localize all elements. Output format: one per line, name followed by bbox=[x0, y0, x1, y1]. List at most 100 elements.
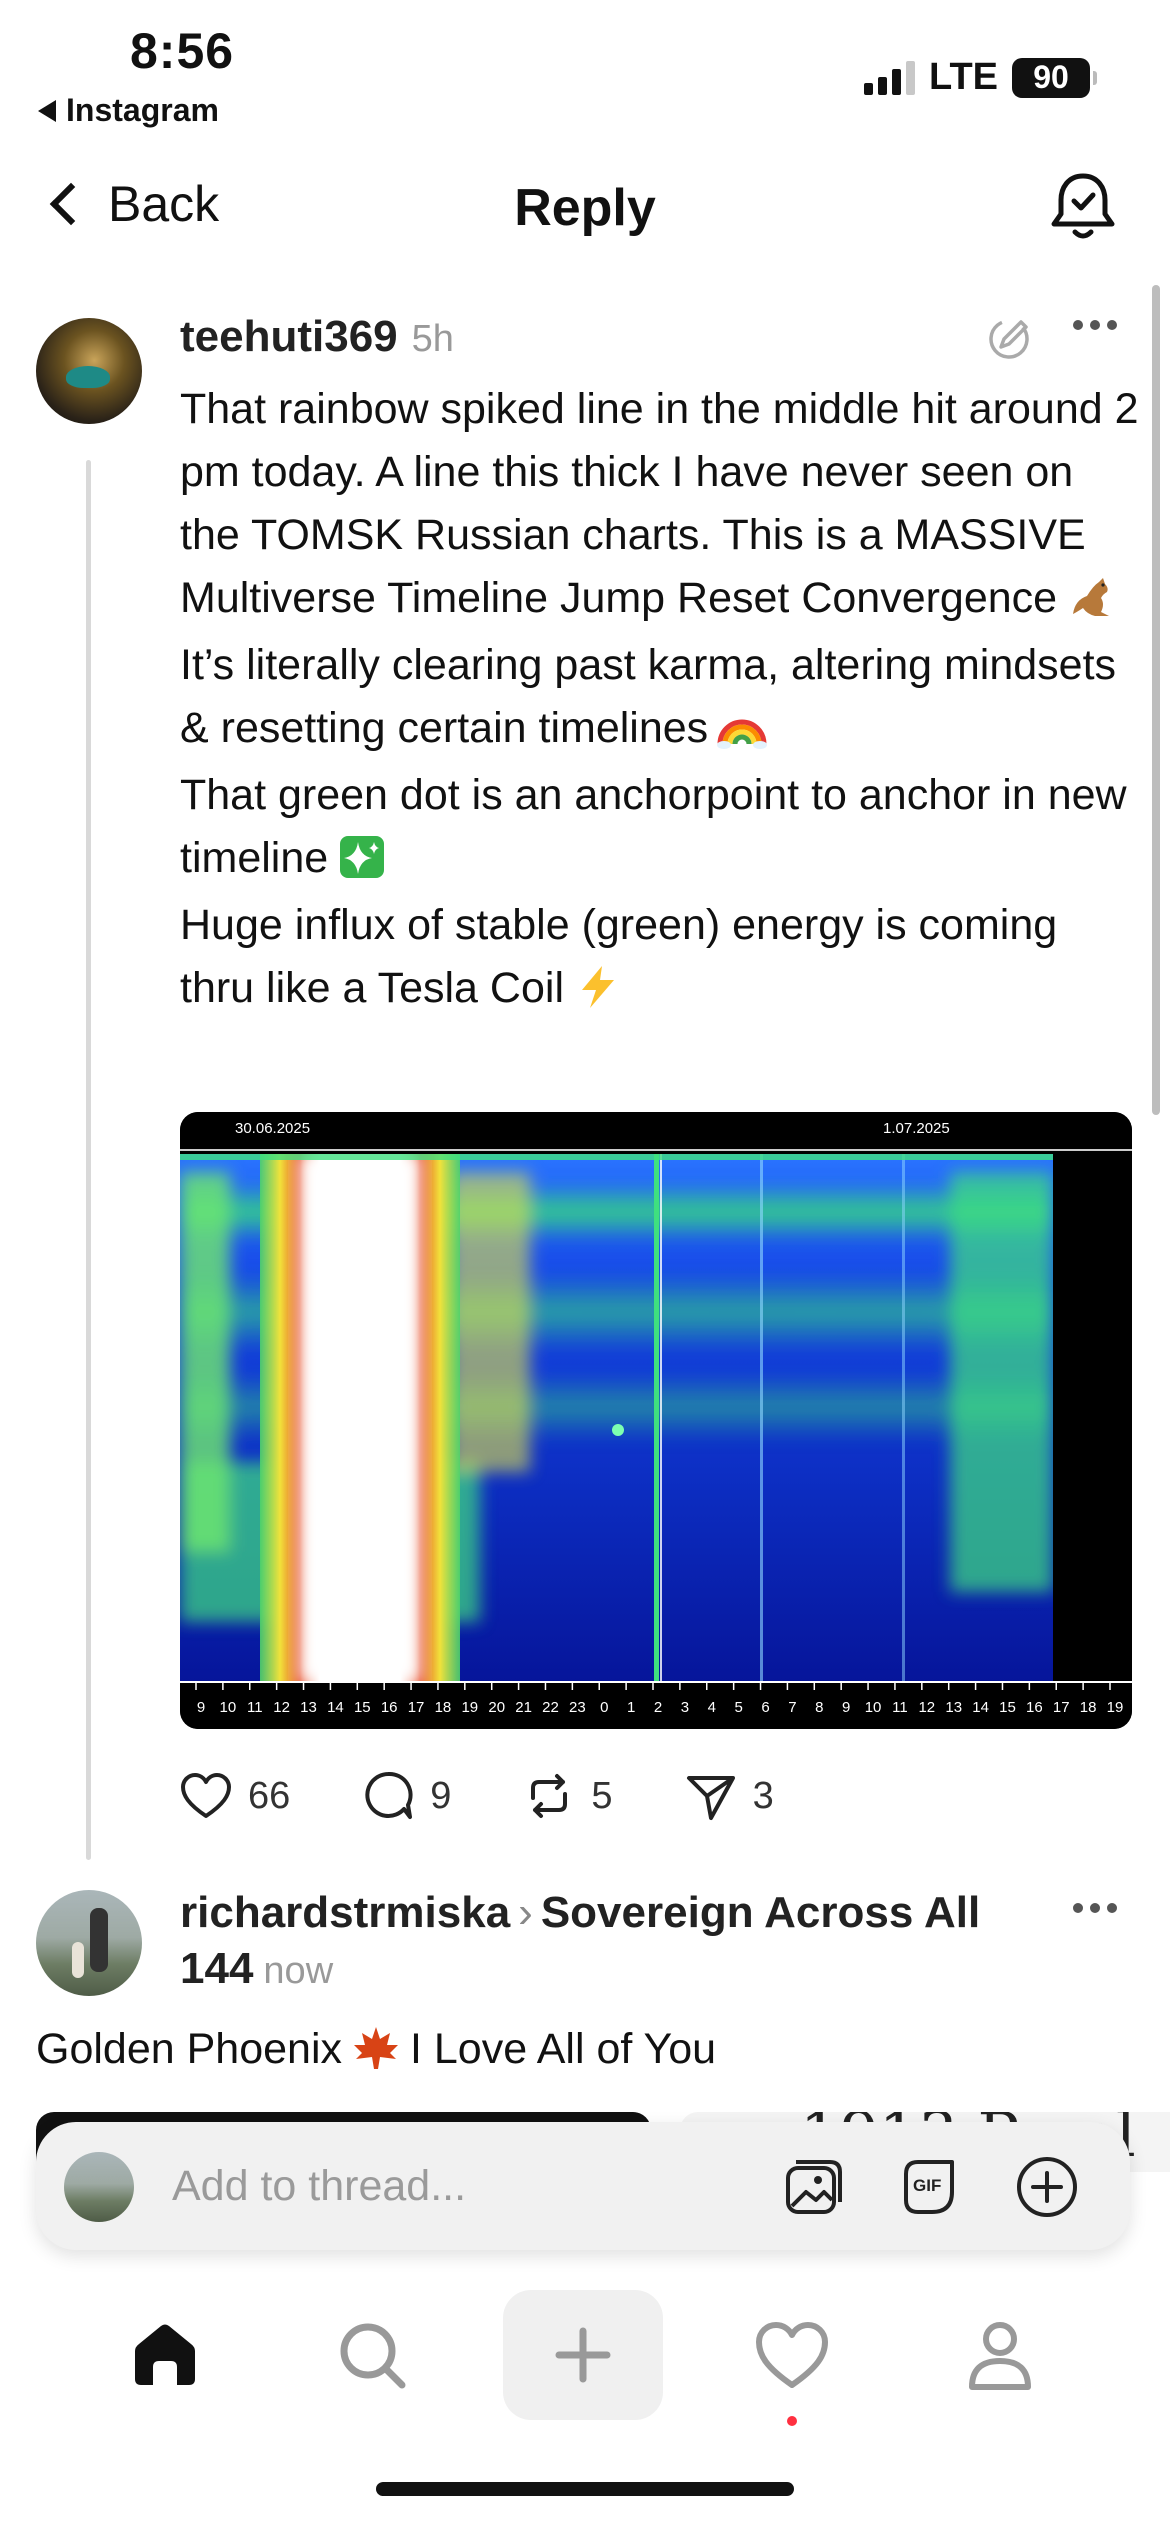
tab-home[interactable] bbox=[85, 2290, 245, 2420]
post-paragraph: Huge influx of stable (green) energy is … bbox=[180, 901, 1058, 1012]
chart-tick-label: 5 bbox=[734, 1699, 742, 1716]
profile-icon bbox=[969, 2322, 1031, 2390]
chart-tick-label: 2 bbox=[654, 1699, 662, 1716]
comment-count: 9 bbox=[430, 1774, 452, 1817]
username[interactable]: richardstrmiska bbox=[180, 1888, 510, 1937]
chart-tick-label: 20 bbox=[488, 1699, 505, 1716]
heart-icon bbox=[756, 2322, 828, 2388]
chart-date-right: 1.07.2025 bbox=[883, 1120, 950, 1137]
share-count: 3 bbox=[752, 1774, 774, 1817]
tab-search[interactable] bbox=[292, 2290, 452, 2420]
chart-tick-label: 14 bbox=[972, 1699, 989, 1716]
search-icon bbox=[340, 2323, 406, 2389]
chart-tick-label: 21 bbox=[515, 1699, 532, 1716]
like-count: 66 bbox=[248, 1774, 291, 1817]
chart-tick-label: 23 bbox=[569, 1699, 586, 1716]
like-button[interactable]: 66 bbox=[178, 1768, 290, 1824]
network-type: LTE bbox=[929, 56, 998, 98]
sparkles-emoji bbox=[340, 836, 385, 878]
home-icon bbox=[135, 2324, 195, 2385]
chart-tick-label: 15 bbox=[999, 1699, 1016, 1716]
back-app-label: Instagram bbox=[66, 92, 219, 128]
image-icon[interactable] bbox=[780, 2154, 846, 2220]
chart-tick-label: 4 bbox=[708, 1699, 716, 1716]
chart-tick-label: 10 bbox=[220, 1699, 237, 1716]
comment-button[interactable]: 9 bbox=[360, 1768, 451, 1824]
chart-tick-label: 3 bbox=[681, 1699, 689, 1716]
chart-tick-label: 16 bbox=[381, 1699, 398, 1716]
chart-tick-label: 8 bbox=[815, 1699, 823, 1716]
tab-bar bbox=[0, 2290, 1170, 2420]
rainbow-emoji bbox=[717, 719, 768, 749]
chart-tick-label: 13 bbox=[945, 1699, 962, 1716]
chart-tick-label: 17 bbox=[408, 1699, 425, 1716]
post-paragraph: That rainbow spiked line in the middle h… bbox=[180, 385, 1139, 622]
bell-check-icon[interactable] bbox=[1048, 170, 1118, 242]
post-body: That rainbow spiked line in the middle h… bbox=[180, 378, 1140, 1024]
chart-tick-label: 18 bbox=[435, 1699, 452, 1716]
chart-tick-label: 10 bbox=[865, 1699, 882, 1716]
tab-activity[interactable] bbox=[712, 2290, 872, 2420]
avatar bbox=[64, 2152, 134, 2222]
repost-count: 5 bbox=[591, 1774, 613, 1817]
page-title: Reply bbox=[514, 179, 656, 237]
post-header: richardstrmiska › Sovereign Across All 144… bbox=[180, 1885, 1040, 1999]
back-triangle-icon bbox=[38, 99, 56, 122]
username[interactable]: teehuti369 bbox=[180, 312, 398, 362]
signal-strength-icon bbox=[864, 60, 916, 95]
spectrogram-image[interactable]: 30.06.2025 1.07.2025 9 10 11 12 13 14 15… bbox=[180, 1112, 1132, 1729]
reply-composer[interactable]: Add to thread... GIF bbox=[36, 2122, 1130, 2250]
tab-profile[interactable] bbox=[920, 2290, 1080, 2420]
gif-icon[interactable]: GIF bbox=[896, 2154, 962, 2220]
post-paragraph: That green dot is an anchorpoint to anch… bbox=[180, 771, 1127, 882]
back-to-app-link[interactable]: Instagram bbox=[38, 92, 219, 129]
post-body: Golden Phoenix I Love All of You bbox=[36, 2025, 717, 2073]
scrollbar[interactable] bbox=[1152, 285, 1160, 1115]
kangaroo-emoji bbox=[1073, 578, 1110, 616]
svg-text:GIF: GIF bbox=[913, 2176, 941, 2195]
home-indicator[interactable] bbox=[376, 2482, 794, 2496]
chart-tick-label: 7 bbox=[788, 1699, 796, 1716]
chart-tick-label: 17 bbox=[1053, 1699, 1070, 1716]
chart-tick-label: 0 bbox=[600, 1699, 608, 1716]
chart-tick-label: 12 bbox=[273, 1699, 290, 1716]
battery-icon: 90 bbox=[1012, 57, 1097, 98]
status-indicators: LTE 90 bbox=[864, 56, 1097, 99]
post-header: teehuti369 5h bbox=[180, 312, 454, 362]
chart-tick-label: 9 bbox=[197, 1699, 205, 1716]
comment-icon bbox=[365, 1771, 413, 1819]
chart-tick-label: 11 bbox=[247, 1699, 263, 1716]
chart-tick-label: 12 bbox=[918, 1699, 935, 1716]
avatar[interactable] bbox=[36, 318, 142, 424]
post-paragraph: It’s literally clearing past karma, alte… bbox=[180, 641, 1117, 752]
chart-tick-label: 9 bbox=[842, 1699, 850, 1716]
repost-button[interactable]: 5 bbox=[521, 1768, 613, 1824]
post-time: now bbox=[263, 1950, 334, 1992]
chevron-right-icon: › bbox=[518, 1888, 533, 1937]
edit-icon[interactable] bbox=[985, 315, 1033, 363]
plus-icon bbox=[555, 2327, 611, 2383]
post-actions: 66 9 5 3 bbox=[178, 1768, 844, 1824]
add-circle-icon[interactable] bbox=[1014, 2154, 1080, 2220]
battery-level: 90 bbox=[1033, 59, 1069, 95]
more-options-icon[interactable] bbox=[1073, 320, 1117, 330]
chart-tick-label: 15 bbox=[354, 1699, 371, 1716]
composer-placeholder[interactable]: Add to thread... bbox=[172, 2162, 466, 2211]
chart-date-left: 30.06.2025 bbox=[235, 1120, 310, 1137]
spectrogram-svg: 30.06.2025 1.07.2025 9 10 11 12 13 14 15… bbox=[180, 1112, 1132, 1729]
repost-icon bbox=[531, 1774, 568, 1818]
post-time: 5h bbox=[411, 318, 454, 360]
share-button[interactable]: 3 bbox=[683, 1768, 774, 1824]
maple-leaf-emoji bbox=[354, 2027, 398, 2069]
chart-tick-label: 6 bbox=[761, 1699, 769, 1716]
heart-icon bbox=[181, 1773, 231, 1818]
chart-tick-label: 19 bbox=[461, 1699, 478, 1716]
avatar[interactable] bbox=[36, 1890, 142, 1996]
chart-tick-label: 13 bbox=[300, 1699, 317, 1716]
chart-tick-label: 11 bbox=[892, 1699, 908, 1716]
chart-tick-label: 18 bbox=[1080, 1699, 1097, 1716]
more-options-icon[interactable] bbox=[1073, 1903, 1117, 1913]
status-time: 8:56 bbox=[130, 23, 235, 79]
tab-create[interactable] bbox=[503, 2290, 663, 2420]
chart-tick-label: 22 bbox=[542, 1699, 559, 1716]
